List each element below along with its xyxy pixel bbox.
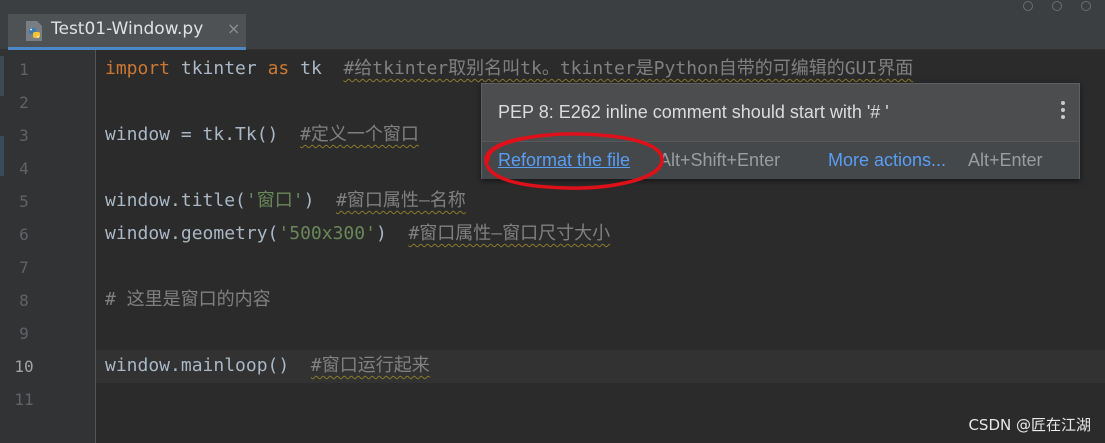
keyword: import: [105, 58, 171, 79]
code-line-6[interactable]: window.geometry('500x300') #窗口属性—窗口尺寸大小: [105, 222, 610, 246]
line-number: 3: [19, 126, 29, 145]
line-number: 2: [19, 93, 29, 112]
window-controls: [1009, 0, 1101, 11]
line-number: 1: [19, 60, 29, 79]
comment: #给tkinter取别名叫tk。tkinter是Python自带的可编辑的GUI…: [343, 58, 914, 79]
inspection-message: PEP 8: E262 inline comment should start …: [498, 102, 889, 122]
code-text: ): [375, 223, 409, 244]
code-text: window.mainloop(): [105, 355, 311, 376]
reformat-file-link[interactable]: Reformat the file: [498, 150, 630, 171]
code-text: window.title(: [105, 190, 246, 211]
change-marker: [0, 56, 4, 96]
file-tab[interactable]: Test01-Window.py ×: [8, 14, 246, 50]
code-line-1[interactable]: import tkinter as tk #给tkinter取别名叫tk。tki…: [105, 57, 913, 81]
close-tab-icon[interactable]: ×: [227, 19, 240, 38]
editor-window: Test01-Window.py × 1 2 3 4 5 6 7 8 9 10 …: [0, 0, 1105, 443]
kebab-menu-icon[interactable]: [1061, 101, 1065, 121]
code-line-10[interactable]: window.mainloop() #窗口运行起来: [105, 354, 430, 378]
file-tab-title: Test01-Window.py: [51, 19, 204, 39]
comment: # 这里是窗口的内容: [105, 289, 271, 310]
line-number: 8: [19, 291, 29, 310]
code-text: tk: [289, 58, 344, 79]
line-number: 4: [19, 159, 29, 178]
line-number-gutter[interactable]: 1 2 3 4 5 6 7 8 9 10 11: [0, 50, 96, 443]
code-text: window.geometry(: [105, 223, 279, 244]
more-actions-shortcut: Alt+Enter: [968, 150, 1043, 170]
line-number: 5: [19, 192, 29, 211]
window-control-icon[interactable]: [1081, 1, 1092, 11]
editor-tab-bar: Test01-Window.py ×: [0, 0, 1105, 50]
window-control-icon[interactable]: [1023, 1, 1033, 11]
watermark: CSDN @匠在江湖: [968, 416, 1091, 434]
comment: #定义一个窗口: [300, 124, 419, 145]
string-literal: '500x300': [278, 223, 376, 244]
inspection-popup: PEP 8: E262 inline comment should start …: [481, 83, 1080, 179]
reformat-shortcut: Alt+Shift+Enter: [659, 150, 781, 170]
change-marker: [0, 136, 4, 176]
line-number: 9: [19, 324, 29, 343]
line-number: 11: [14, 390, 34, 409]
code-line-8[interactable]: # 这里是窗口的内容: [105, 288, 271, 312]
code-line-3[interactable]: window = tk.Tk() #定义一个窗口: [105, 123, 419, 147]
line-number: 7: [19, 258, 29, 277]
code-text: ): [303, 190, 337, 211]
line-number: 6: [19, 225, 29, 244]
more-actions-link[interactable]: More actions...: [828, 150, 946, 171]
comment: #窗口属性—名称: [336, 190, 466, 211]
comment: #窗口属性—窗口尺寸大小: [408, 223, 611, 244]
window-control-icon[interactable]: [1052, 1, 1063, 11]
popup-actions-bar: Reformat the file Alt+Shift+Enter More a…: [482, 142, 1079, 179]
code-text: window = tk.Tk(): [105, 124, 301, 145]
code-line-5[interactable]: window.title('窗口') #窗口属性—名称: [105, 189, 466, 213]
code-text: tkinter: [170, 58, 268, 79]
python-file-icon: [26, 21, 42, 41]
string-literal: '窗口': [245, 190, 304, 211]
keyword: as: [267, 58, 290, 79]
line-number-current: 10: [14, 357, 34, 376]
comment: #窗口运行起来: [310, 355, 430, 376]
